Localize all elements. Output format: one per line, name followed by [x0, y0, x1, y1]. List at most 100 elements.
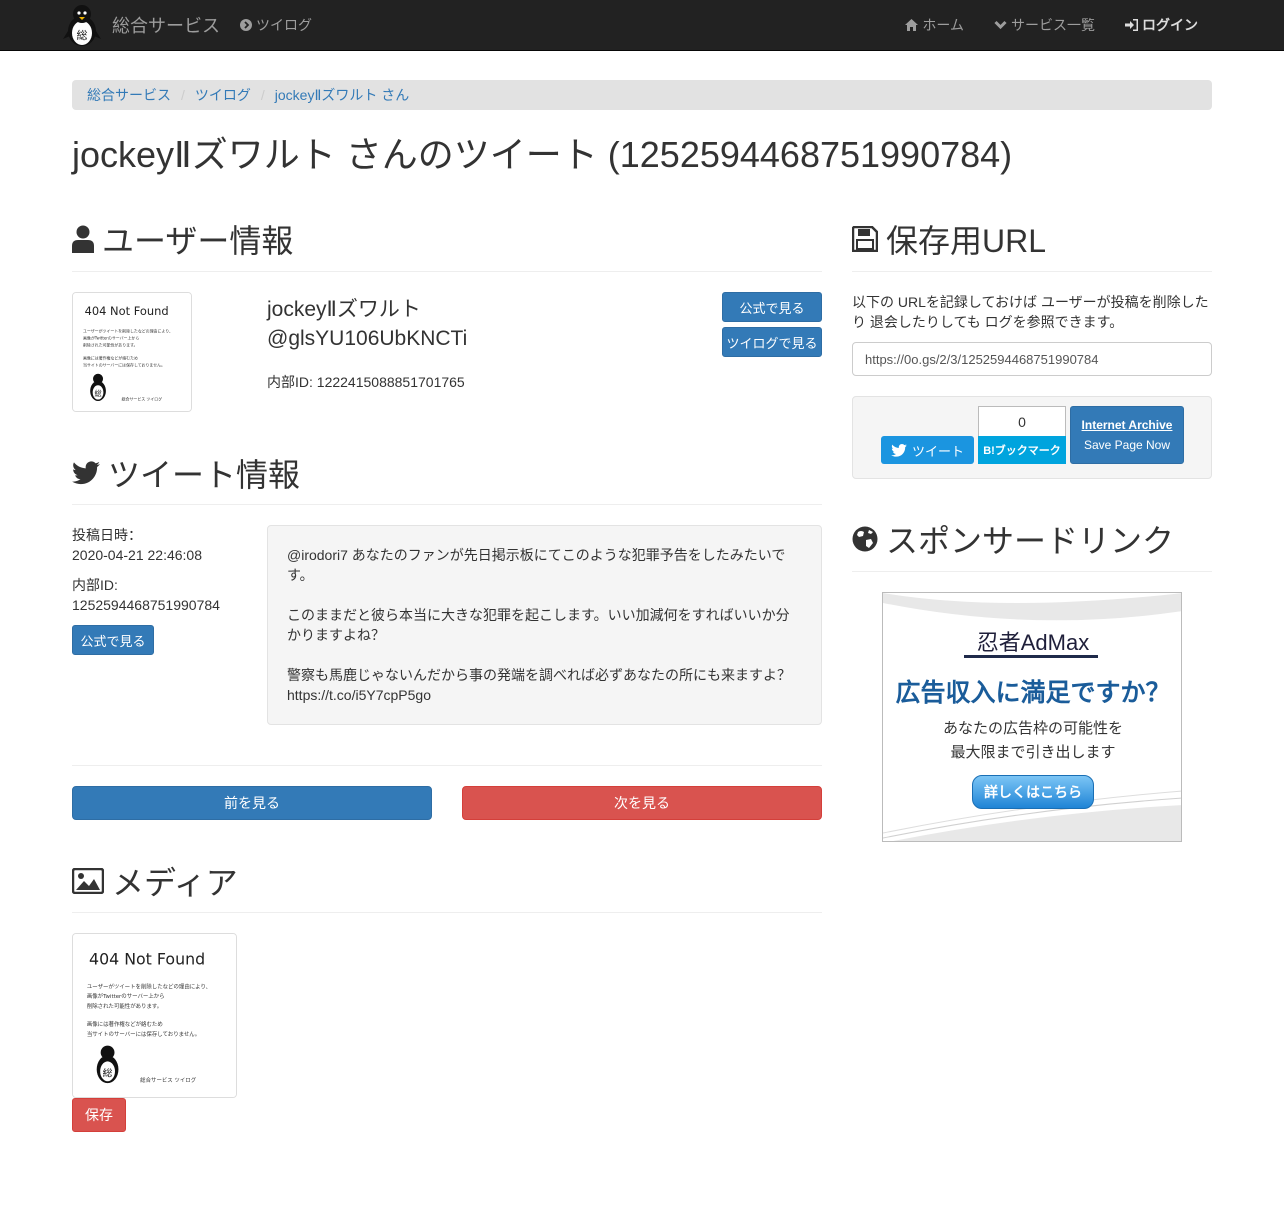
tweet-id-label: 内部ID: — [72, 577, 118, 593]
breadcrumb-item-user[interactable]: jockeyⅡズワルト さん — [275, 85, 409, 105]
svg-text:削除された可能性があります。: 削除された可能性があります。 — [83, 343, 138, 348]
breadcrumb-separator: / — [260, 87, 265, 103]
next-button[interactable]: 次を見る — [462, 786, 822, 820]
prev-button[interactable]: 前を見る — [72, 786, 432, 820]
breadcrumb-item-twilog[interactable]: ツイログ — [195, 85, 251, 105]
internet-archive-title: Internet Archive — [1081, 418, 1173, 432]
svg-text:当サイトのサーバーには保存しておりません。: 当サイトのサーバーには保存しておりません。 — [83, 363, 165, 368]
hatena-bookmark-button[interactable]: B!ブックマーク — [978, 436, 1066, 464]
save-url-description: 以下の URLを記録しておけば ユーザーが投稿を削除したり 退会したりしても ロ… — [852, 294, 1209, 330]
divider — [72, 912, 822, 913]
tweet-text-paragraph: このままだと彼ら本当に大きな犯罪を起こします。いい加減何をすればいいか分かります… — [287, 607, 790, 643]
nav-services[interactable]: サービス一覧 — [994, 15, 1095, 35]
media-heading: メディア — [72, 858, 238, 904]
svg-text:ユーザーがツイートを削除したなどの理由により、: ユーザーがツイートを削除したなどの理由により、 — [83, 328, 173, 333]
user-internal-id: 内部ID: 1222415088851701765 — [267, 374, 465, 390]
posted-at-value: 2020-04-21 22:46:08 — [72, 547, 202, 563]
user-twilog-button[interactable]: ツイログで見る — [722, 327, 822, 357]
nav-home[interactable]: ホーム — [905, 15, 964, 35]
nav-home-label: ホーム — [922, 17, 964, 33]
svg-text:総: 総 — [103, 1066, 113, 1079]
breadcrumb-item-home[interactable]: 総合サービス — [87, 85, 171, 105]
internet-archive-subtitle: Save Page Now — [1083, 438, 1171, 452]
user-icon — [72, 225, 94, 253]
nav-login-label: ログイン — [1142, 17, 1198, 33]
tweet-info-title: ツイート情報 — [108, 457, 301, 493]
twitter-icon — [891, 443, 907, 457]
ad-details-button[interactable]: 詳しくはこちら — [972, 775, 1094, 809]
save-url-input[interactable] — [852, 342, 1212, 376]
internet-archive-button[interactable]: Internet Archive Save Page Now — [1070, 406, 1184, 464]
nav-twilog[interactable]: ツイログ — [240, 15, 312, 35]
user-info-title: ユーザー情報 — [102, 223, 294, 259]
nav-services-label: サービス一覧 — [1011, 17, 1095, 33]
navbar: 総 総合サービス ツイログ ホーム サービス一覧 ログイン — [0, 0, 1284, 51]
svg-text:当サイトのサーバーには保存しておりません。: 当サイトのサーバーには保存しておりません。 — [87, 1030, 200, 1038]
ad-logo-text: 忍者AdMax — [976, 630, 1090, 655]
nav-twilog-label: ツイログ — [256, 17, 312, 33]
user-name-block: jockeyⅡズワルト @glsYU106UbKNCTi — [267, 295, 467, 353]
media-thumbnail[interactable]: 404 Not Found ユーザーがツイートを削除したなどの理由により、 画像… — [72, 933, 237, 1098]
save-media-button[interactable]: 保存 — [72, 1098, 126, 1132]
tweet-text-paragraph: @irodori7 あなたのファンが先日掲示板にてこのような犯罪予告をしたみたい… — [287, 547, 786, 583]
svg-text:総合サービス ツイログ: 総合サービス ツイログ — [140, 1076, 197, 1084]
save-url-heading: 保存用URL — [852, 216, 1046, 262]
tweet-share-label: ツイート — [911, 443, 964, 459]
penguin-logo-icon: 総 — [63, 5, 101, 46]
sponsor-heading: スポンサードリンク — [852, 516, 1174, 562]
divider — [852, 571, 1212, 572]
user-handle: @glsYU106UbKNCTi — [267, 327, 468, 350]
divider — [852, 271, 1212, 272]
svg-text:404 Not Found: 404 Not Found — [85, 304, 169, 318]
user-avatar: 404 Not Found ユーザーがツイートを削除したなどの理由により、 画像… — [72, 292, 192, 412]
ad-subtext: 最大限まで引き出します — [950, 744, 1116, 761]
page-title: jockeyⅡズワルト さんのツイート (1252594468751990784… — [72, 134, 1013, 175]
brand-text: 総合サービス — [112, 16, 220, 36]
svg-text:画像には著作権などが絡むため: 画像には著作権などが絡むため — [83, 356, 138, 361]
svg-text:404 Not Found: 404 Not Found — [89, 950, 205, 969]
floppy-disk-icon — [852, 226, 878, 252]
not-found-image: 404 Not Found ユーザーがツイートを削除したなどの理由により、 画像… — [73, 934, 236, 1097]
svg-text:総: 総 — [94, 389, 101, 398]
nav-login[interactable]: ログイン — [1125, 15, 1198, 35]
brand-link[interactable]: 総 総合サービス — [60, 2, 220, 48]
svg-text:削除された可能性があります。: 削除された可能性があります。 — [87, 1002, 162, 1010]
chevron-down-icon — [994, 20, 1007, 30]
home-icon — [905, 19, 919, 31]
ad-subtext: あなたの広告枠の可能性を — [942, 720, 1123, 737]
svg-text:画像がTwitterのサーバー上から: 画像がTwitterのサーバー上から — [87, 992, 165, 1000]
globe-icon — [852, 526, 878, 552]
tweet-internal-id: 内部ID: 1252594468751990784 — [72, 575, 220, 615]
tweet-id-value: 1252594468751990784 — [72, 597, 220, 613]
hatena-bookmark-count: 0 — [978, 406, 1066, 436]
ad-logo-underline — [964, 655, 1098, 658]
save-url-title: 保存用URL — [886, 223, 1047, 259]
svg-text:ユーザーがツイートを削除したなどの理由により、: ユーザーがツイートを削除したなどの理由により、 — [87, 982, 211, 990]
user-display-name: jockeyⅡズワルト — [267, 298, 421, 321]
tweet-text-box: @irodori7 あなたのファンが先日掲示板にてこのような犯罪予告をしたみたい… — [267, 525, 822, 725]
not-found-image: 404 Not Found ユーザーがツイートを削除したなどの理由により、 画像… — [73, 293, 191, 411]
ad-headline: 広告収入に満足ですか？ — [895, 679, 1171, 707]
posted-at: 投稿日時： 2020-04-21 22:46:08 — [72, 525, 202, 565]
divider — [72, 271, 822, 272]
user-official-button[interactable]: 公式で見る — [722, 292, 822, 322]
tweet-share-button[interactable]: ツイート — [881, 436, 974, 464]
breadcrumb-separator: / — [181, 87, 185, 103]
svg-text:画像がTwitterのサーバー上から: 画像がTwitterのサーバー上から — [83, 335, 139, 340]
tweet-info-heading: ツイート情報 — [72, 450, 300, 496]
media-title: メディア — [112, 865, 238, 901]
image-icon — [72, 868, 104, 894]
sponsor-ad-banner[interactable]: 忍者AdMax 広告収入に満足ですか？ あなたの広告枠の可能性を 最大限まで引き… — [882, 592, 1182, 842]
svg-text:総: 総 — [77, 28, 88, 42]
svg-text:画像には著作権などが絡むため: 画像には著作権などが絡むため — [87, 1020, 163, 1028]
breadcrumb: 総合サービス / ツイログ / jockeyⅡズワルト さん — [72, 80, 1212, 110]
sign-in-icon — [1125, 19, 1138, 31]
user-info-heading: ユーザー情報 — [72, 216, 293, 262]
divider — [72, 504, 822, 505]
tweet-text-paragraph: 警察も馬鹿じゃないんだから事の発端を調べれば必ずあなたの所にも来ますよ？ htt… — [287, 667, 791, 703]
divider — [72, 765, 822, 766]
chevron-circle-right-icon — [240, 19, 252, 31]
tweet-official-button[interactable]: 公式で見る — [72, 625, 154, 655]
twitter-icon — [72, 461, 100, 485]
posted-at-label: 投稿日時： — [72, 527, 142, 543]
